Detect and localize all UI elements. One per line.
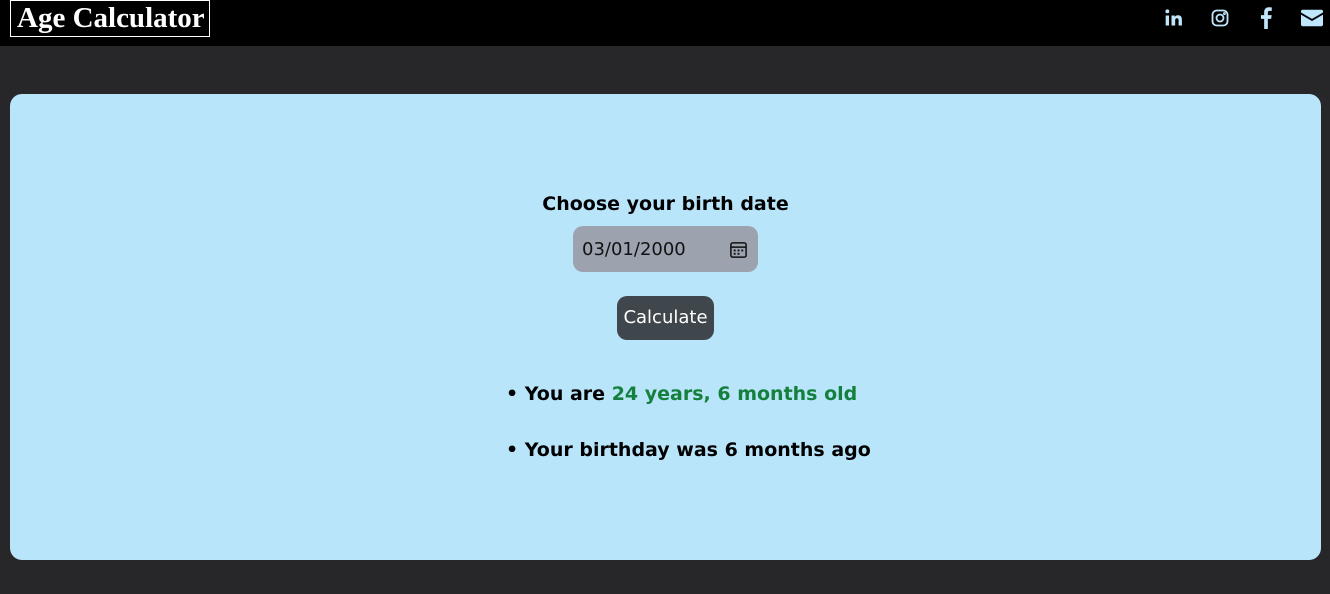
top-navbar: Age Calculator [0,0,1330,46]
birth-date-label: Choose your birth date [542,193,789,215]
facebook-link[interactable] [1254,6,1278,30]
bullet: • [506,439,519,461]
instagram-icon [1210,8,1230,28]
calculator-card: Choose your birth date 03/01/2000 Calcul… [10,94,1321,560]
social-links [1162,6,1330,30]
instagram-link[interactable] [1208,6,1232,30]
linkedin-link[interactable] [1162,6,1186,30]
birthday-text: Your birthday was 6 months ago [524,439,871,461]
age-result: • You are 24 years, 6 months old [506,383,857,405]
birth-date-input[interactable]: 03/01/2000 [573,226,758,272]
age-prefix: You are [524,383,606,405]
mail-icon [1301,9,1323,27]
birthday-result: • Your birthday was 6 months ago [506,439,871,461]
email-link[interactable] [1300,6,1324,30]
facebook-icon [1259,7,1273,29]
linkedin-icon [1164,8,1184,28]
birth-date-value: 03/01/2000 [582,238,686,260]
calendar-icon[interactable] [728,239,748,259]
bullet: • [506,383,519,405]
age-value: 24 years, 6 months old [611,383,858,405]
app-title: Age Calculator [10,0,210,37]
calculate-button[interactable]: Calculate [617,296,714,340]
